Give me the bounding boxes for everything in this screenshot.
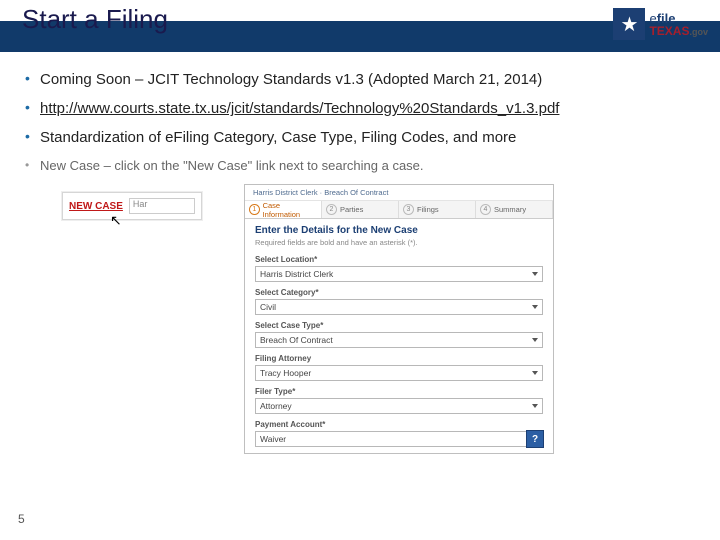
wizard-tabs: 1Case Information 2Parties 3Filings 4Sum… xyxy=(245,201,553,219)
title-bar: Start a Filing ★ efile TEXAS.gov xyxy=(0,0,720,52)
content-area: Coming Soon – JCIT Technology Standards … xyxy=(0,52,720,444)
bullet-3: Standardization of eFiling Category, Cas… xyxy=(22,128,698,147)
select-payment[interactable]: Waiver ? xyxy=(255,431,543,447)
screenshots-area: NEW CASE Har ↖ Harris District Clerk · B… xyxy=(62,184,698,444)
label-payment: Payment Account* xyxy=(255,420,543,429)
newcase-snippet: NEW CASE Har xyxy=(62,192,202,220)
bullet-2: http://www.courts.state.tx.us/jcit/stand… xyxy=(22,99,698,118)
label-location: Select Location* xyxy=(255,255,543,264)
chevron-down-icon xyxy=(532,371,538,375)
cursor-icon: ↖ xyxy=(110,212,122,229)
chevron-down-icon xyxy=(532,305,538,309)
select-attorney[interactable]: Tracy Hooper xyxy=(255,365,543,381)
tab-filings[interactable]: 3Filings xyxy=(399,201,476,218)
label-attorney: Filing Attorney xyxy=(255,354,543,363)
bullet-4: New Case – click on the "New Case" link … xyxy=(22,158,698,175)
search-input-snippet[interactable]: Har xyxy=(129,198,195,214)
label-category: Select Category* xyxy=(255,288,543,297)
new-case-link[interactable]: NEW CASE xyxy=(69,201,123,212)
chevron-down-icon xyxy=(532,272,538,276)
tab-parties[interactable]: 2Parties xyxy=(322,201,399,218)
logo-text: efile TEXAS.gov xyxy=(649,12,708,37)
select-filer-type[interactable]: Attorney xyxy=(255,398,543,414)
page-title: Start a Filing xyxy=(22,4,168,35)
form-subheading: Required fields are bold and have an ast… xyxy=(255,238,543,247)
tab-summary[interactable]: 4Summary xyxy=(476,201,553,218)
bullet-1: Coming Soon – JCIT Technology Standards … xyxy=(22,70,698,89)
star-icon: ★ xyxy=(613,8,645,40)
logo: ★ efile TEXAS.gov xyxy=(613,8,708,40)
select-case-type[interactable]: Breach Of Contract xyxy=(255,332,543,348)
breadcrumb: Harris District Clerk · Breach Of Contra… xyxy=(245,185,553,201)
page-number: 5 xyxy=(18,512,25,526)
bullet-list: Coming Soon – JCIT Technology Standards … xyxy=(22,70,698,174)
form-screenshot: Harris District Clerk · Breach Of Contra… xyxy=(244,184,554,454)
standards-link[interactable]: http://www.courts.state.tx.us/jcit/stand… xyxy=(40,100,559,117)
label-case-type: Select Case Type* xyxy=(255,321,543,330)
select-location[interactable]: Harris District Clerk xyxy=(255,266,543,282)
form-heading: Enter the Details for the New Case xyxy=(255,225,543,236)
tab-case-info[interactable]: 1Case Information xyxy=(245,201,322,218)
label-filer-type: Filer Type* xyxy=(255,387,543,396)
help-icon[interactable]: ? xyxy=(526,430,544,448)
select-category[interactable]: Civil xyxy=(255,299,543,315)
chevron-down-icon xyxy=(532,404,538,408)
chevron-down-icon xyxy=(532,338,538,342)
form-body: Enter the Details for the New Case Requi… xyxy=(245,219,553,447)
